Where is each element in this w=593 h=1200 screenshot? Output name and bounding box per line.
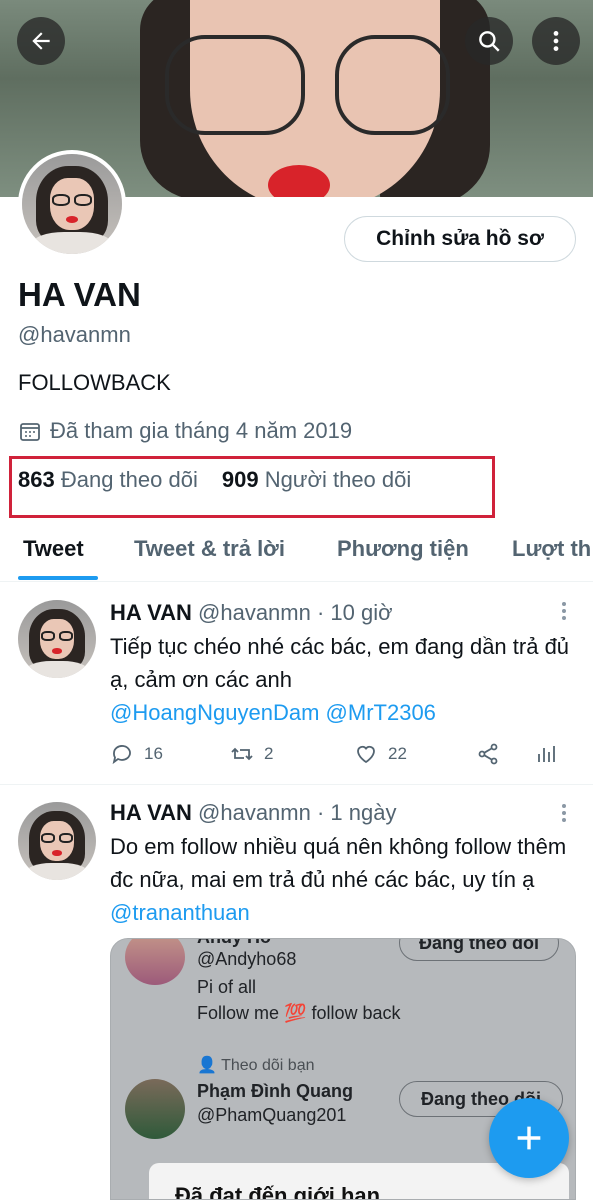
tweet-mention[interactable]: @trananthuan (110, 900, 250, 925)
tweet-meta: @havanmn · 10 giờ (198, 600, 393, 625)
person-icon: 👤 (197, 1057, 217, 1074)
tab-active-indicator (18, 576, 98, 580)
embed-user1-bio: Pi of all (197, 977, 257, 997)
search-icon (479, 31, 500, 52)
tweet-author-name[interactable]: HA VAN (110, 600, 192, 625)
tweet-more-icon[interactable] (560, 804, 568, 825)
follow-stats: 863 Đang theo dõi 909 Người theo dõi (18, 467, 411, 493)
heart-icon (357, 745, 375, 764)
embed-user1-handle: @Andyho68 (197, 949, 297, 969)
tweet-body: Tiếp tục chéo nhé các bác, em đang dần t… (110, 634, 570, 692)
calendar-icon (20, 423, 40, 441)
following-link[interactable]: 863 Đang theo dõi (18, 467, 198, 493)
more-options-button[interactable] (532, 17, 580, 65)
plus-icon (517, 1126, 541, 1150)
tab-media[interactable]: Phương tiện (337, 536, 469, 562)
embed-user2-handle: @PhamQuang201 (197, 1105, 347, 1125)
compose-tweet-button[interactable] (489, 1098, 569, 1178)
tweet-avatar[interactable] (18, 802, 96, 880)
embed-top-name: Andy Ho (197, 939, 271, 948)
analytics-button[interactable] (534, 742, 558, 766)
tweet-header: HA VAN @havanmn · 10 giờ (110, 600, 393, 626)
followers-label: Người theo dõi (264, 467, 412, 492)
tweet-meta: @havanmn · 1 ngày (198, 800, 397, 825)
tab-tweets[interactable]: Tweet (23, 536, 84, 562)
tweet-text: Do em follow nhiều quá nên không follow … (110, 830, 580, 929)
follows-you-label: Theo dõi bạn (221, 1057, 315, 1074)
tweet-more-icon[interactable] (560, 602, 568, 623)
tweet-text: Tiếp tục chéo nhé các bác, em đang dần t… (110, 630, 580, 729)
embed-bio-part: Follow me (197, 1003, 280, 1023)
following-count: 863 (18, 467, 55, 492)
reply-button[interactable]: 16 (110, 742, 163, 766)
followers-count: 909 (221, 467, 259, 492)
retweet-button[interactable]: 2 (230, 742, 273, 766)
back-button[interactable] (17, 17, 65, 65)
tab-tweets-replies[interactable]: Tweet & trả lời (134, 536, 285, 562)
embed-dialog-text: Đã đạt đến giới hạn (175, 1183, 381, 1200)
tweet-avatar[interactable] (18, 600, 96, 678)
reply-icon (112, 745, 131, 765)
banner-photo-part (268, 165, 330, 197)
profile-tabs: Tweet Tweet & trả lời Phương tiện Lượt t… (0, 522, 593, 582)
embed-user2-name: Phạm Đình Quang (197, 1081, 354, 1101)
retweet-icon (231, 747, 253, 761)
embed-following-button: Đang theo dõi (399, 939, 559, 961)
more-vertical-icon (553, 31, 559, 51)
profile-avatar[interactable] (18, 150, 126, 258)
embed-follows-you: 👤 Theo dõi bạn (197, 1055, 314, 1075)
banner-photo-part (165, 35, 305, 135)
tweet-divider (0, 784, 593, 785)
following-label: Đang theo dõi (60, 467, 198, 492)
retweet-count: 2 (264, 744, 274, 763)
tweet-actions: 16 2 22 (110, 742, 570, 772)
search-button[interactable] (465, 17, 513, 65)
share-icon (478, 743, 498, 765)
profile-name: HA VAN (18, 276, 141, 313)
embed-avatar (125, 1079, 185, 1139)
share-button[interactable] (476, 742, 500, 766)
like-count: 22 (388, 744, 407, 763)
banner-photo-part (335, 35, 450, 135)
embed-bio-part: follow back (311, 1003, 401, 1023)
tweet-header: HA VAN @havanmn · 1 ngày (110, 800, 396, 826)
embed-avatar (125, 939, 185, 985)
arrow-left-icon (32, 32, 50, 50)
edit-profile-button[interactable]: Chỉnh sửa hồ sơ (344, 216, 576, 262)
profile-bio: FOLLOWBACK (18, 370, 171, 395)
like-button[interactable]: 22 (354, 742, 407, 766)
embed-user1-bio2: Follow me 💯 follow back (197, 1003, 401, 1024)
tweet-author-name[interactable]: HA VAN (110, 800, 192, 825)
tweet-body: Do em follow nhiều quá nên không follow … (110, 834, 567, 892)
profile-handle: @havanmn (18, 322, 131, 347)
avatar-image (22, 154, 122, 254)
followers-link[interactable]: 909 Người theo dõi (222, 467, 411, 493)
tab-likes[interactable]: Lượt th (512, 536, 591, 562)
analytics-icon (538, 746, 555, 762)
joined-date: Đã tham gia tháng 4 năm 2019 (18, 418, 352, 444)
tweet-mentions[interactable]: @HoangNguyenDam @MrT2306 (110, 700, 436, 725)
reply-count: 16 (144, 744, 163, 763)
joined-text: Đã tham gia tháng 4 năm 2019 (50, 418, 353, 443)
hundred-emoji-icon: 💯 (284, 1003, 307, 1023)
